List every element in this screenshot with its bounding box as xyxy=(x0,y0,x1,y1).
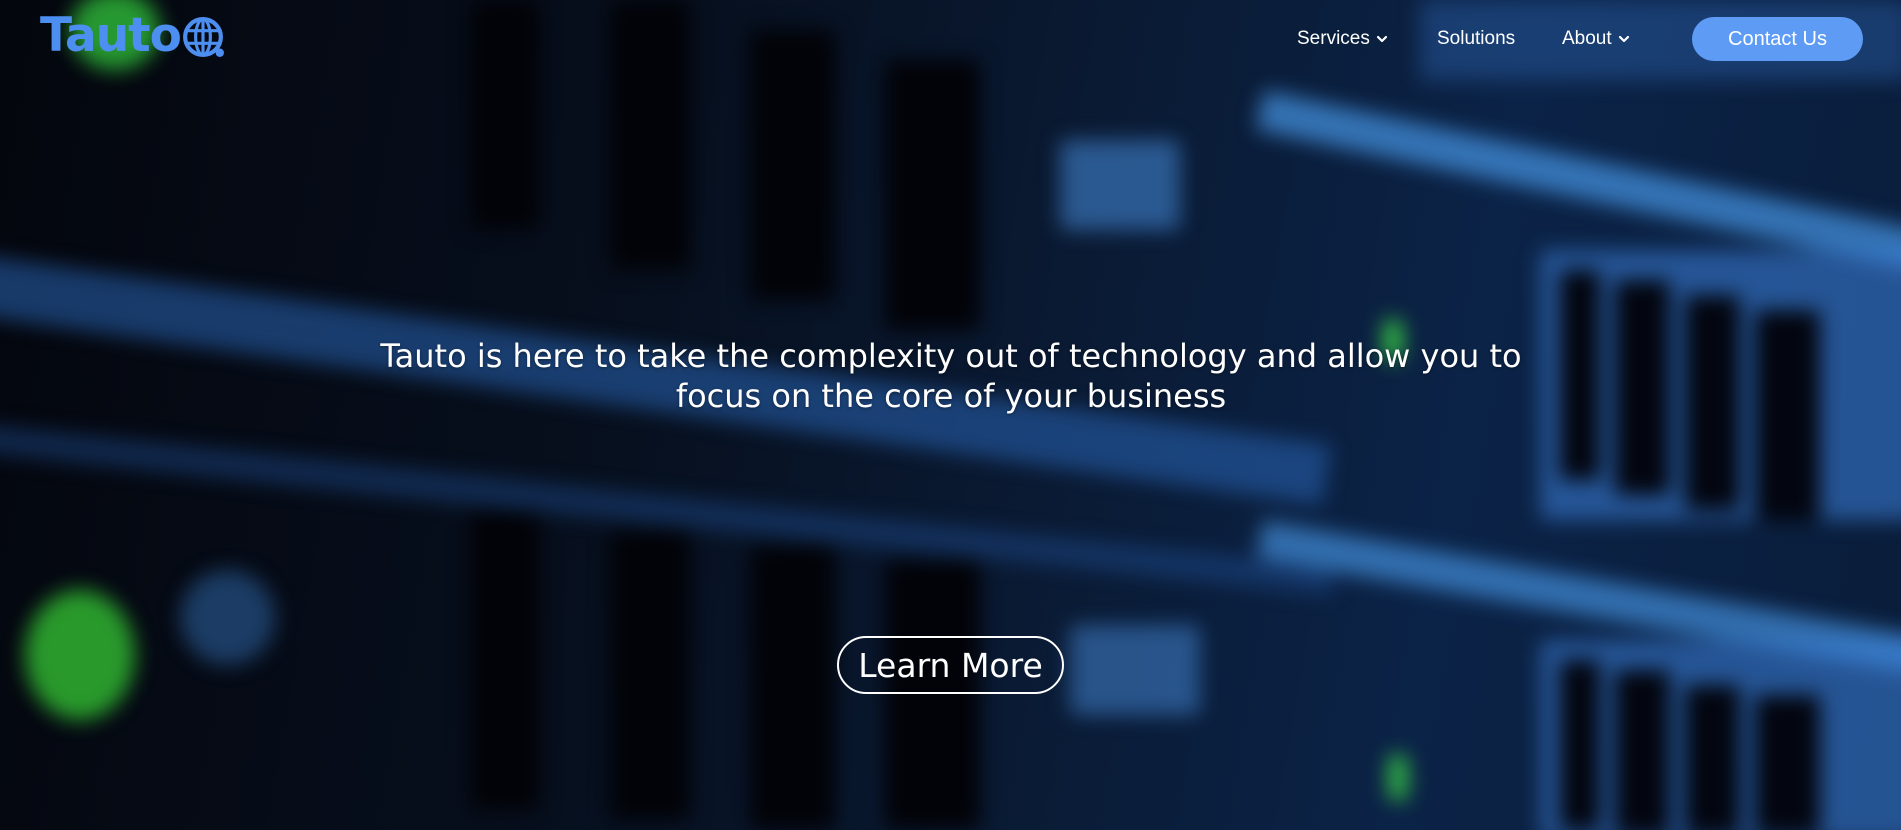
globe-icon xyxy=(182,17,224,57)
nav-item-solutions[interactable]: Solutions xyxy=(1437,24,1515,54)
brand-logo[interactable]: Tauto xyxy=(40,10,224,62)
chevron-down-icon xyxy=(1376,35,1387,43)
chevron-down-icon xyxy=(1618,35,1629,43)
hero-section: Tauto Services Solutions About Contact U… xyxy=(0,0,1901,830)
top-navigation: Tauto Services Solutions About Contact U… xyxy=(0,0,1901,78)
nav-item-about[interactable]: About xyxy=(1562,24,1630,54)
brand-name: Tauto xyxy=(40,8,182,63)
contact-us-button[interactable]: Contact Us xyxy=(1692,17,1863,61)
nav-item-label: About xyxy=(1562,28,1612,49)
learn-more-button[interactable]: Learn More xyxy=(837,636,1064,694)
nav-item-label: Solutions xyxy=(1437,28,1516,49)
hero-headline: Tauto is here to take the complexity out… xyxy=(350,336,1552,416)
hero-headline-line-2: focus on the core of your business xyxy=(675,377,1227,415)
nav-item-services[interactable]: Services xyxy=(1297,24,1388,54)
nav-item-label: Services xyxy=(1297,28,1370,49)
hero-headline-line-1: Tauto is here to take the complexity out… xyxy=(380,337,1522,375)
